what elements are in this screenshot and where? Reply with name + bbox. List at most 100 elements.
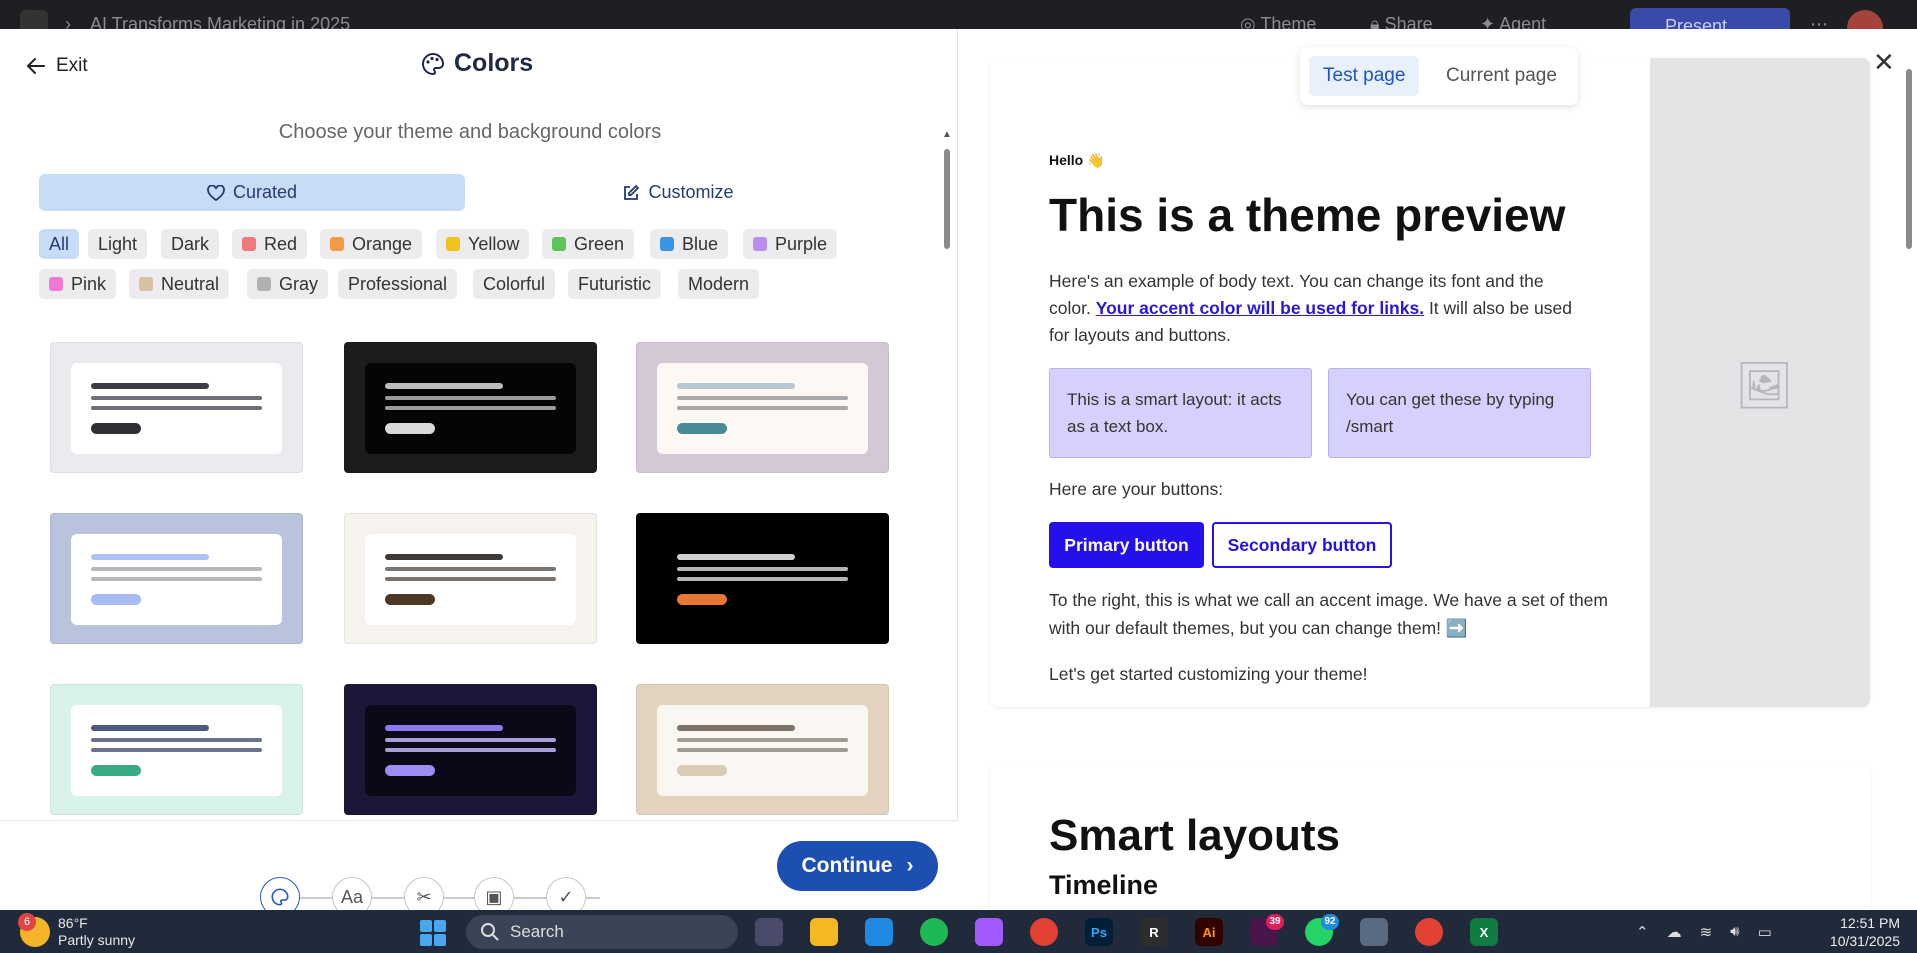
filter-purple[interactable]: Purple: [743, 229, 838, 259]
primary-button[interactable]: Primary button: [1049, 522, 1204, 568]
filter-neutral[interactable]: Neutral: [129, 269, 230, 299]
right-scrollbar[interactable]: [1904, 59, 1914, 909]
theme-card[interactable]: [636, 684, 889, 815]
weather-badge: 6: [18, 912, 36, 931]
theme-card-preview: [657, 363, 868, 454]
photoshop-icon[interactable]: Ps: [1085, 918, 1113, 946]
theme-card[interactable]: [344, 342, 597, 473]
chrome-profile-icon[interactable]: [1415, 918, 1443, 946]
exit-button[interactable]: Exit: [26, 55, 88, 77]
filter-professional[interactable]: Professional: [338, 269, 458, 299]
edge-icon[interactable]: [865, 918, 893, 946]
filter-light[interactable]: Light: [88, 229, 148, 259]
filter-all[interactable]: All: [39, 229, 80, 259]
step-tools[interactable]: ✂: [404, 877, 444, 910]
remote-desktop-icon[interactable]: [1360, 918, 1388, 946]
smart-layout-box-1: This is a smart layout: it acts as a tex…: [1049, 368, 1312, 458]
chrome-icon[interactable]: [1030, 918, 1058, 946]
spotify-icon[interactable]: [920, 918, 948, 946]
theme-card-line: [91, 396, 262, 400]
theme-card[interactable]: [636, 342, 889, 473]
secondary-button[interactable]: Secondary button: [1212, 522, 1392, 568]
continue-button[interactable]: Continue ›: [777, 841, 938, 891]
image-placeholder-icon: 🖼︎: [1735, 359, 1794, 411]
close-icon[interactable]: ✕: [1873, 47, 1895, 78]
step-typography[interactable]: Aa: [332, 877, 372, 910]
whatsapp-icon[interactable]: 92: [1305, 914, 1339, 946]
battery-icon[interactable]: ▭: [1758, 923, 1772, 941]
agent-button[interactable]: ✦ Agent: [1480, 14, 1546, 29]
present-button[interactable]: Present: [1630, 8, 1790, 29]
filter-red[interactable]: Red: [232, 229, 308, 259]
page-title: Colors: [420, 49, 533, 78]
slack-icon[interactable]: 39: [1250, 914, 1284, 946]
theme-card[interactable]: [50, 513, 303, 644]
scroll-thumb[interactable]: [1906, 69, 1912, 249]
step-colors[interactable]: [260, 877, 300, 910]
share-button[interactable]: 🔒︎ Share: [1370, 14, 1433, 29]
task-view-icon[interactable]: [755, 918, 783, 946]
figma-icon[interactable]: [975, 918, 1003, 946]
theme-card-line: [91, 567, 262, 571]
tab-current-page[interactable]: Current page: [1432, 56, 1571, 96]
theme-card[interactable]: [50, 342, 303, 473]
chevron-up-icon[interactable]: ⌃: [1636, 923, 1649, 941]
green-swatch: [552, 237, 566, 251]
step-done[interactable]: ✓: [546, 877, 586, 910]
customize-label: Customize: [648, 182, 734, 202]
tab-test-page[interactable]: Test page: [1309, 56, 1420, 96]
theme-card-line: [677, 396, 848, 400]
taskbar-search[interactable]: Search: [466, 915, 738, 949]
filter-dark[interactable]: Dark: [161, 229, 220, 259]
wifi-icon[interactable]: ≋: [1700, 923, 1713, 941]
filter-orange[interactable]: Orange: [320, 229, 423, 259]
filter-futuristic[interactable]: Futuristic: [568, 269, 662, 299]
scroll-up-icon[interactable]: ▲: [942, 129, 952, 140]
left-scrollbar[interactable]: ▲ ▼: [942, 129, 952, 840]
preview-body: Here's an example of body text. You can …: [1049, 271, 1572, 345]
theme-card[interactable]: [344, 513, 597, 644]
theme-card[interactable]: [636, 513, 889, 644]
avatar[interactable]: [1847, 10, 1883, 29]
step-image[interactable]: ▣: [474, 877, 514, 910]
theme-card-line: [385, 554, 503, 560]
filter-colorful[interactable]: Colorful: [473, 269, 556, 299]
windows-start-icon[interactable]: [420, 920, 446, 946]
filter-yellow[interactable]: Yellow: [436, 229, 530, 259]
theme-card-line: [91, 554, 209, 560]
curated-tab[interactable]: Curated: [39, 174, 465, 211]
theme-card[interactable]: [50, 684, 303, 815]
gamma-logo-icon[interactable]: [20, 10, 48, 29]
file-explorer-icon[interactable]: [810, 918, 838, 946]
filter-pink[interactable]: Pink: [39, 269, 117, 299]
filter-gray[interactable]: Gray: [247, 269, 329, 299]
clock[interactable]: 12:51 PM 10/31/2025: [1810, 914, 1900, 950]
more-icon[interactable]: ⋯: [1810, 14, 1828, 29]
theme-card-button: [91, 423, 141, 434]
onedrive-icon[interactable]: ☁: [1667, 923, 1682, 941]
theme-button[interactable]: ◎ Theme: [1240, 14, 1316, 29]
theme-card-button: [91, 765, 141, 776]
illustrator-icon[interactable]: Ai: [1195, 918, 1223, 946]
app-r-icon[interactable]: R: [1140, 918, 1168, 946]
filter-modern[interactable]: Modern: [678, 269, 760, 299]
filter-green[interactable]: Green: [542, 229, 635, 259]
filter-blue[interactable]: Blue: [650, 229, 729, 259]
theme-card-button: [385, 594, 435, 605]
theme-card-line: [91, 406, 262, 410]
customize-tab[interactable]: Customize: [465, 174, 891, 211]
theme-card-preview: [71, 705, 282, 796]
scroll-thumb[interactable]: [944, 149, 950, 249]
doc-title[interactable]: AI Transforms Marketing in 2025: [90, 14, 350, 29]
theme-card[interactable]: [344, 684, 597, 815]
weather-widget[interactable]: 6 86°F Partly sunny: [18, 910, 135, 953]
excel-icon[interactable]: X: [1470, 918, 1498, 946]
theme-card-line: [677, 567, 848, 571]
preview-tabs: Test page Current page: [1300, 47, 1578, 105]
theme-card-line: [385, 406, 556, 410]
curated-label: Curated: [232, 182, 298, 202]
volume-icon[interactable]: 🔊︎: [1730, 923, 1739, 940]
accent-link[interactable]: Your accent color will be used for links…: [1096, 298, 1424, 318]
search-icon: [481, 923, 499, 941]
title-text: Colors: [454, 49, 534, 77]
